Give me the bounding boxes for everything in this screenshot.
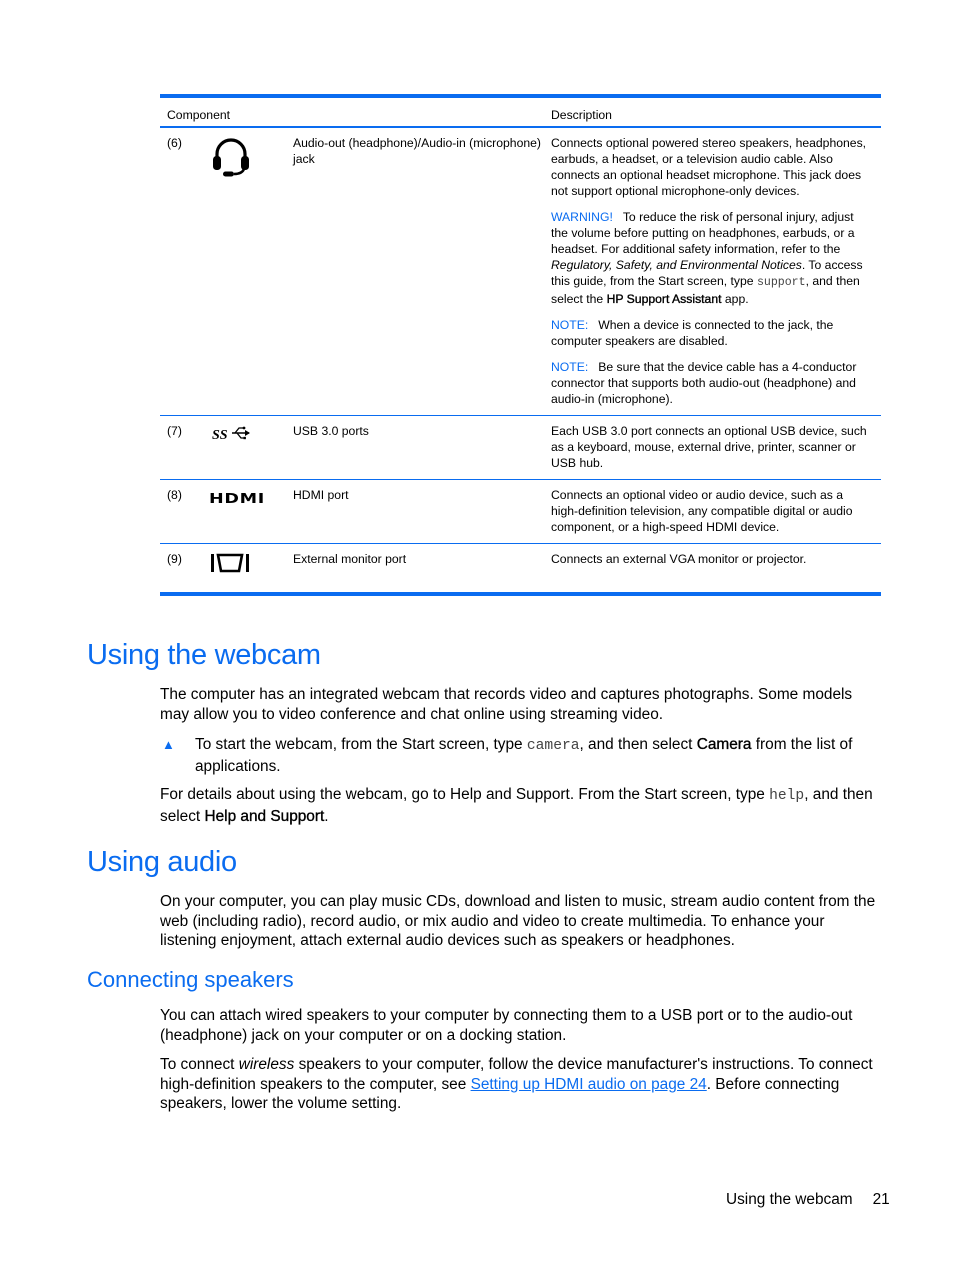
section-heading-webcam: Using the webcam — [87, 639, 321, 671]
audio-intro-paragraph: On your computer, you can play music CDs… — [160, 893, 876, 949]
step-text: , and then select — [579, 736, 697, 753]
component-description: Connects optional powered stereo speaker… — [544, 127, 881, 416]
component-description: Each USB 3.0 port connects an optional U… — [551, 424, 867, 470]
emphasis-text: wireless — [238, 1056, 295, 1073]
vga-monitor-icon — [209, 544, 293, 594]
note-label: NOTE: — [551, 318, 589, 332]
triangle-bullet-icon: ▲ — [162, 737, 175, 752]
page-footer: Using the webcam 21 — [726, 1191, 890, 1209]
hdmi-icon: HDMI — [209, 480, 293, 544]
usb-superspeed-icon: SS — [209, 416, 293, 480]
component-description: Connects an optional video or audio devi… — [551, 488, 853, 534]
hdmi-audio-link[interactable]: Setting up HDMI audio on page 24 — [471, 1076, 707, 1093]
webcam-help-paragraph: For details about using the webcam, go t… — [160, 785, 885, 826]
page-number: 21 — [872, 1191, 890, 1208]
paragraph-text: For details about using the webcam, go t… — [160, 786, 770, 803]
component-name: Audio-out (headphone)/Audio-in (micropho… — [293, 136, 541, 166]
speakers-wireless-paragraph: To connect wireless speakers to your com… — [160, 1055, 885, 1114]
command-code: help — [769, 788, 805, 804]
row-number: (9) — [167, 552, 182, 566]
hdmi-logo-text: HDMI — [209, 492, 265, 507]
table-row: (7) SS USB 3.0 ports Each USB 3.0 port c… — [160, 416, 881, 480]
components-table: Component Description (6) Audio-out (hea… — [160, 94, 881, 596]
component-name: External monitor port — [293, 552, 407, 566]
note-block: NOTE: When a device is connected to the j… — [551, 317, 871, 349]
app-name: HP Support Assistant — [606, 292, 722, 306]
paragraph-text: . — [324, 807, 329, 825]
component-name: USB 3.0 ports — [293, 424, 369, 438]
paragraph-text: To connect — [160, 1056, 239, 1073]
warning-block: WARNING! To reduce the risk of personal i… — [551, 209, 871, 307]
section-heading-audio: Using audio — [87, 846, 237, 878]
step-text: To start the webcam, from the Start scre… — [195, 736, 527, 753]
table-row: (9) External monitor port Connects an ex… — [160, 544, 881, 594]
note-text: Be sure that the device cable has a 4-co… — [551, 360, 857, 406]
notices-title: Regulatory, Safety, and Environmental No… — [551, 258, 802, 272]
table-header-row: Component Description — [160, 96, 881, 127]
speakers-wired-paragraph: You can attach wired speakers to your co… — [160, 1007, 853, 1044]
header-description: Description — [551, 108, 612, 122]
note-block: NOTE: Be sure that the device cable has a… — [551, 359, 871, 407]
warning-text: app. — [721, 292, 749, 306]
note-label: NOTE: — [551, 360, 589, 374]
command-code: support — [756, 276, 806, 289]
description-text: Connects optional powered stereo speaker… — [551, 136, 867, 198]
warning-label: WARNING! — [551, 210, 613, 224]
header-component: Component — [167, 108, 231, 122]
app-name: Camera — [696, 736, 752, 753]
headset-icon — [209, 127, 293, 416]
note-text: When a device is connected to the jack, … — [551, 318, 834, 348]
table-row: (8) HDMI HDMI port Connects an optional … — [160, 480, 881, 544]
webcam-intro-paragraph: The computer has an integrated webcam th… — [160, 686, 853, 723]
app-name: Help and Support — [204, 807, 325, 825]
subsection-heading-speakers: Connecting speakers — [87, 967, 294, 992]
command-code: camera — [526, 738, 580, 754]
webcam-step: ▲ To start the webcam, from the Start sc… — [160, 735, 885, 776]
row-number: (7) — [167, 424, 182, 438]
component-description: Connects an external VGA monitor or proj… — [551, 552, 807, 566]
row-number: (6) — [167, 136, 182, 150]
table-row: (6) Audio-out (headphone)/Audio-in (micr… — [160, 127, 881, 416]
row-number: (8) — [167, 488, 182, 502]
footer-section-title: Using the webcam — [726, 1191, 853, 1208]
component-name: HDMI port — [293, 488, 349, 502]
svg-text:SS: SS — [212, 428, 228, 443]
